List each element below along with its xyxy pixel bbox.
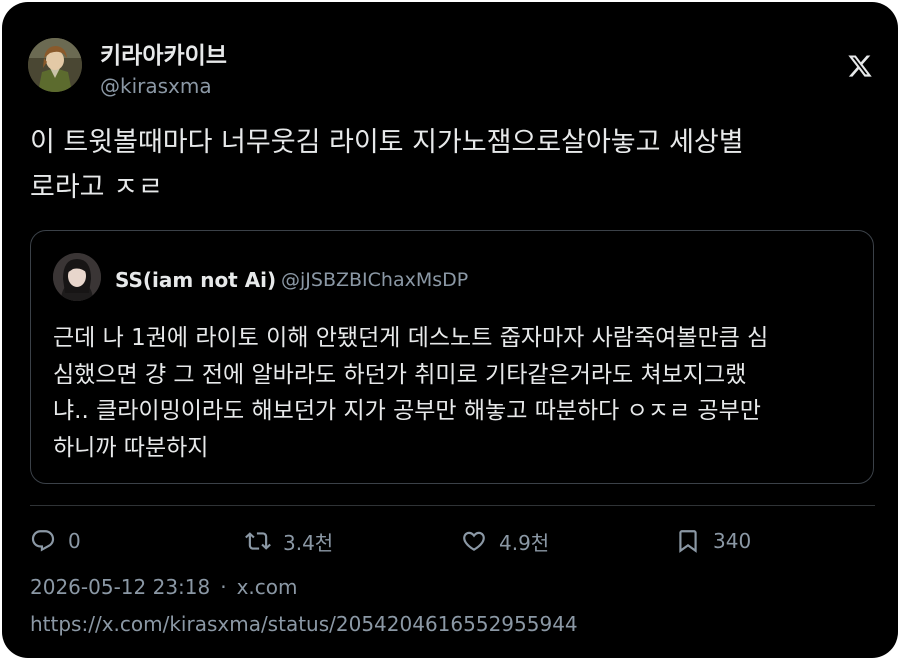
- tweet-card: 키라아카이브 @kirasxma 이 트윗볼때마다 너무웃김 라이토 지가노잼으…: [2, 2, 898, 658]
- divider: [30, 505, 875, 506]
- x-logo-icon[interactable]: [847, 53, 873, 79]
- reply-icon: [30, 528, 56, 554]
- author-handle[interactable]: @kirasxma: [100, 74, 212, 98]
- author-display-name[interactable]: 키라아카이브: [100, 36, 227, 70]
- tweet-text-line: 이 트윗볼때마다 너무웃김 라이토 지가노잼으로살아놓고 세상별: [30, 127, 744, 158]
- like-count: 4.9천: [499, 530, 550, 555]
- like-button[interactable]: 4.9천: [461, 524, 549, 558]
- tweet-text-line: 로라고 ㅈㄹ: [30, 172, 163, 203]
- quote-text-line: 근데 나 1권에 라이토 이해 안됐던게 데스노트 줍자마자 사람죽여볼만큼 심: [53, 325, 769, 351]
- quote-author-avatar[interactable]: [53, 253, 101, 301]
- quote-author-display-name[interactable]: SS(iam not Ai): [115, 268, 276, 292]
- quote-avatar-image: [53, 253, 101, 301]
- repost-button[interactable]: 3.4천: [245, 524, 333, 558]
- heart-icon: [461, 528, 487, 554]
- source-link[interactable]: x.com: [237, 575, 298, 599]
- quote-text-line: 하니까 따분하지: [53, 434, 209, 461]
- timestamp[interactable]: 2026-05-12 23:18: [30, 575, 210, 599]
- meta-separator: ·: [220, 575, 227, 599]
- repost-icon: [245, 528, 271, 554]
- reply-button[interactable]: 0: [30, 524, 81, 558]
- quote-text: 근데 나 1권에 라이토 이해 안됐던게 데스노트 줍자마자 사람죽여볼만큼 심…: [53, 320, 858, 466]
- quote-text-line: 심했으면 걍 그 전에 알바라도 하던가 취미로 기타같은거라도 쳐보지그랬: [53, 361, 747, 388]
- quote-text-line: 냐.. 클라이밍이라도 해보던가 지가 공부만 해놓고 따분하다 ㅇㅈㄹ 공부만: [53, 398, 761, 424]
- bookmark-button[interactable]: 340: [675, 524, 751, 558]
- bookmark-count: 340: [713, 529, 752, 553]
- status-url[interactable]: https://x.com/kirasxma/status/2054204616…: [30, 612, 578, 636]
- author-avatar-image: [28, 38, 82, 92]
- author-avatar[interactable]: [28, 38, 82, 92]
- tweet-text: 이 트윗볼때마다 너무웃김 라이토 지가노잼으로살아놓고 세상별 로라고 ㅈㄹ: [30, 120, 875, 210]
- tweet-meta: 2026-05-12 23:18 · x.com: [30, 575, 298, 599]
- reply-count: 0: [68, 529, 81, 553]
- repost-count: 3.4천: [283, 530, 334, 555]
- quote-author-handle[interactable]: @jJSBZBIChaxMsDP: [281, 269, 468, 291]
- bookmark-icon: [675, 528, 701, 554]
- quoted-tweet[interactable]: SS(iam not Ai) @jJSBZBIChaxMsDP 근데 나 1권에…: [30, 230, 874, 484]
